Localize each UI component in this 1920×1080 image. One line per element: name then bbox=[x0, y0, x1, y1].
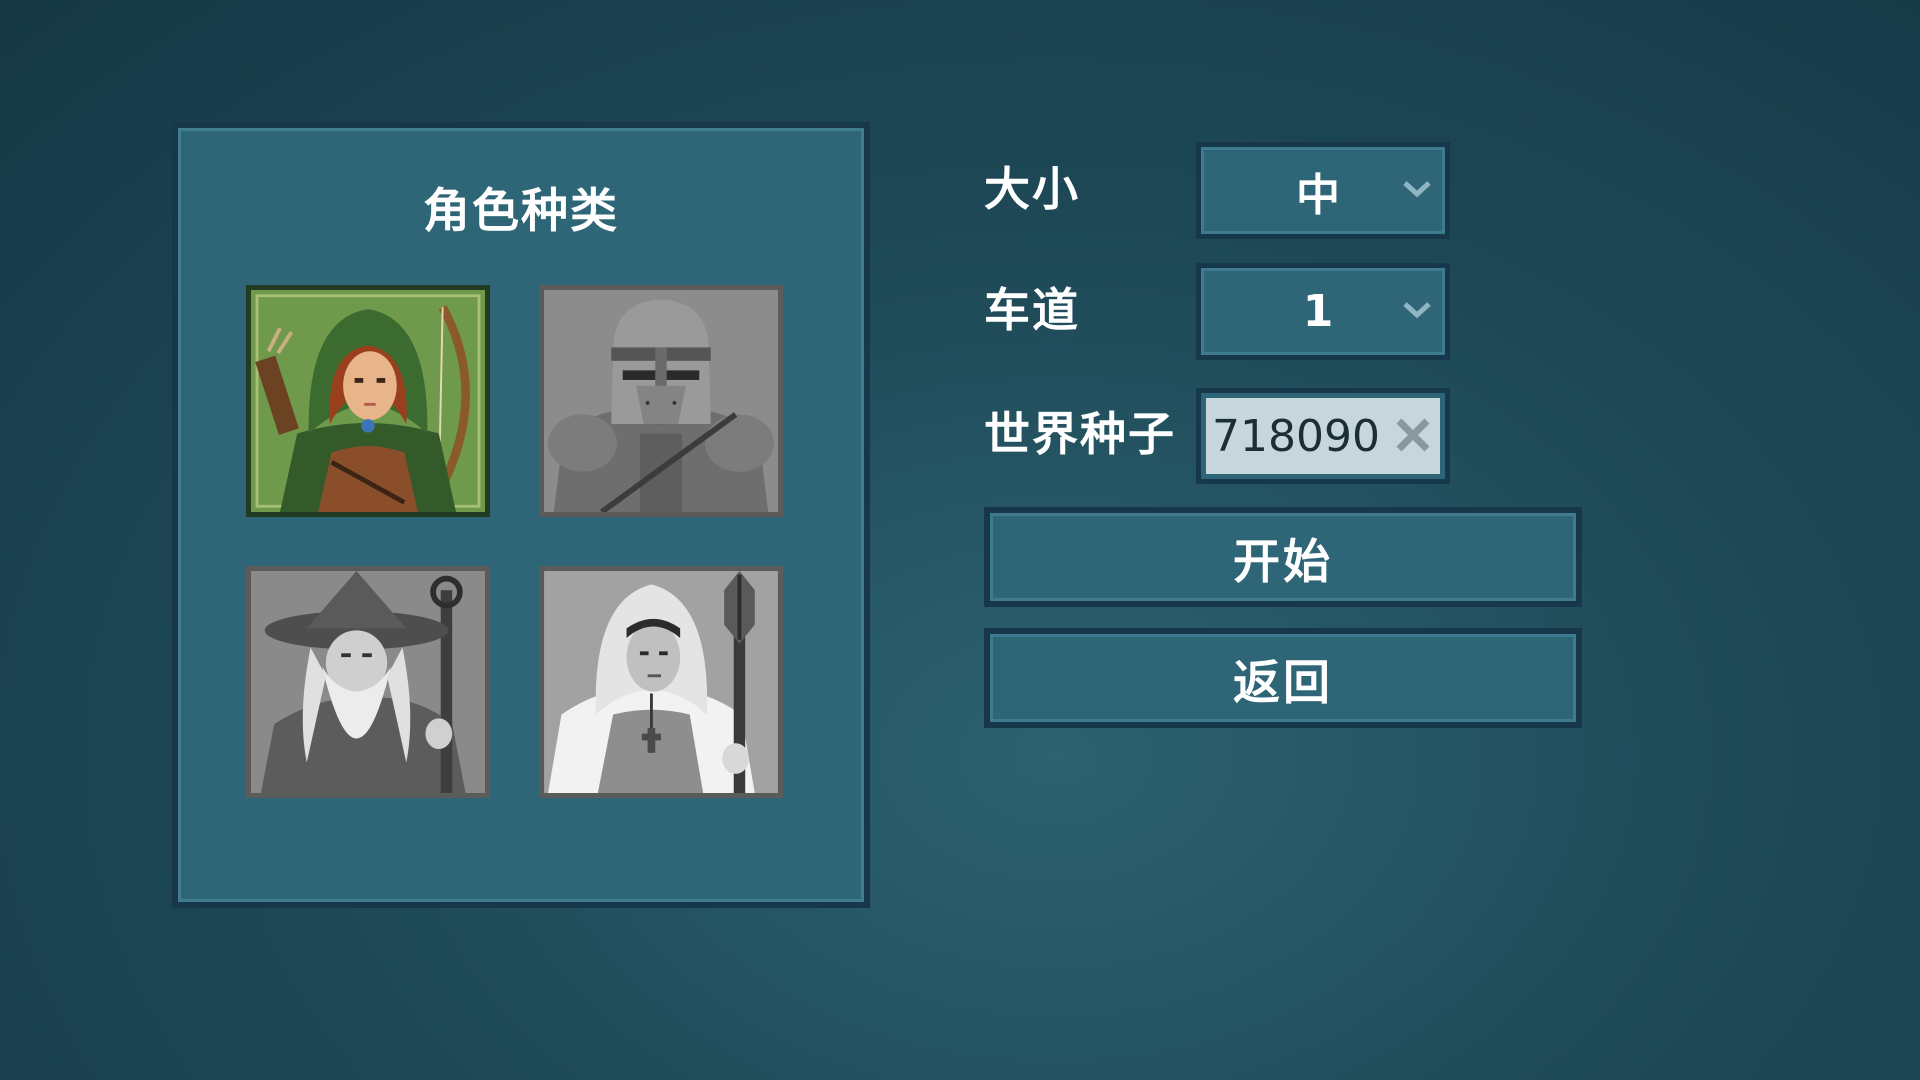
panel-title: 角色种类 bbox=[423, 184, 619, 239]
world-seed-input-box bbox=[1206, 398, 1440, 474]
class-card-knight[interactable] bbox=[539, 285, 783, 517]
world-seed-label: 世界种子 bbox=[984, 407, 1176, 461]
cleric-portrait-icon bbox=[544, 571, 778, 793]
class-card-cleric[interactable] bbox=[539, 566, 783, 798]
wizard-portrait-icon bbox=[251, 571, 485, 793]
size-value: 中 bbox=[1296, 169, 1340, 221]
class-card-archer[interactable] bbox=[246, 285, 490, 517]
lanes-dropdown[interactable]: 1 bbox=[1196, 263, 1450, 360]
lanes-label: 车道 bbox=[984, 283, 1080, 337]
back-button[interactable]: 返回 bbox=[984, 628, 1582, 728]
class-card-wizard[interactable] bbox=[246, 566, 490, 798]
knight-portrait-icon bbox=[544, 290, 778, 512]
chevron-down-icon bbox=[1403, 302, 1431, 319]
clear-icon[interactable] bbox=[1392, 414, 1434, 456]
size-dropdown[interactable]: 中 bbox=[1196, 142, 1450, 239]
chevron-down-icon bbox=[1403, 181, 1431, 198]
world-seed-input[interactable] bbox=[1212, 398, 1392, 474]
start-button[interactable]: 开始 bbox=[984, 507, 1582, 607]
lanes-value: 1 bbox=[1302, 286, 1334, 337]
size-label: 大小 bbox=[984, 162, 1080, 216]
archer-portrait-icon bbox=[251, 290, 485, 512]
world-seed-field bbox=[1196, 388, 1450, 484]
character-class-panel: 角色种类 bbox=[172, 122, 870, 908]
